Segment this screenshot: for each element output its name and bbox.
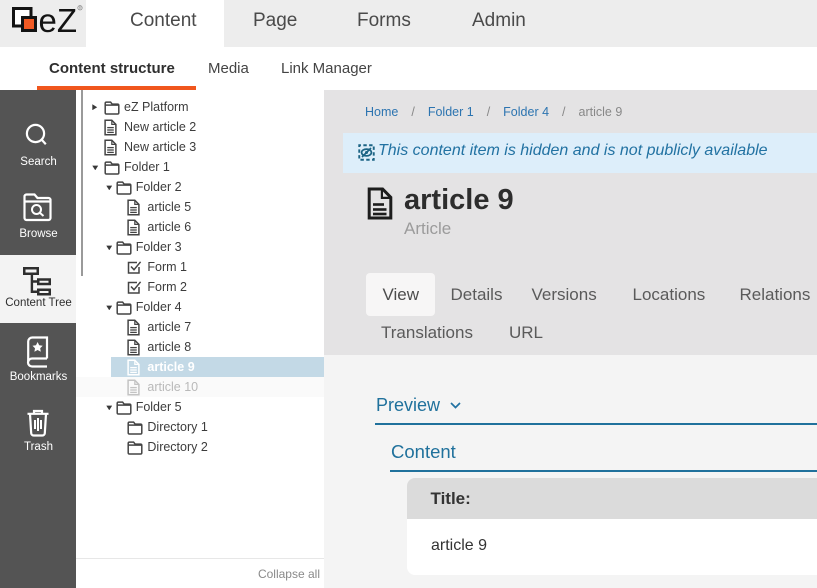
svg-text:eZ: eZ (39, 2, 78, 39)
svg-text:R: R (79, 6, 82, 11)
